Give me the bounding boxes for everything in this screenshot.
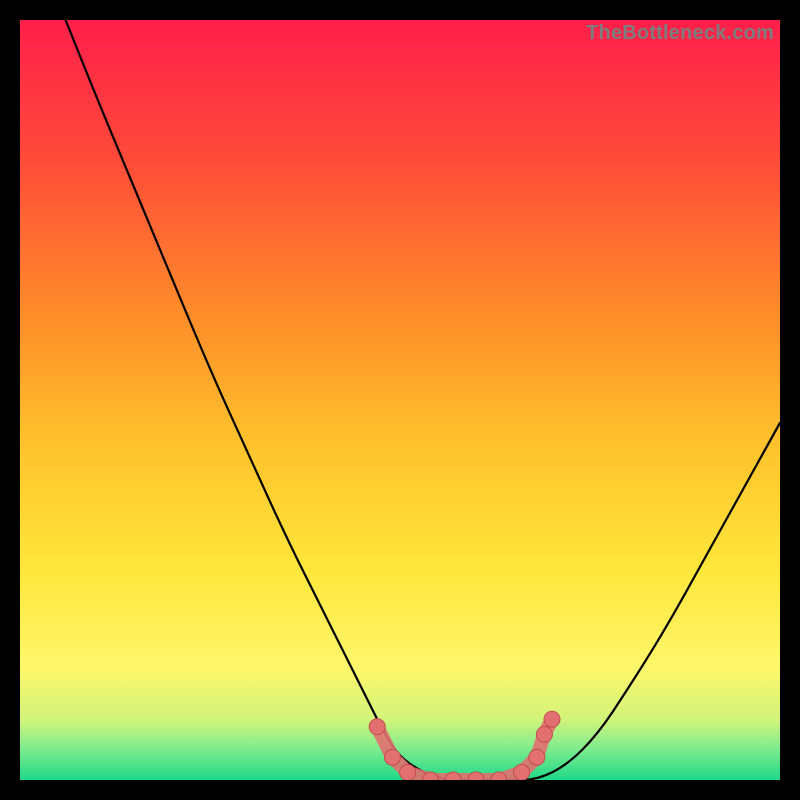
bottleneck-plot [20,20,780,780]
marker-point [384,749,400,765]
marker-point [369,719,385,735]
marker-point [400,764,416,780]
marker-point [544,711,560,727]
gradient-background [20,20,780,780]
marker-point [536,726,552,742]
chart-frame: TheBottleneck.com [20,20,780,780]
marker-point [514,764,530,780]
marker-point [529,749,545,765]
watermark-text: TheBottleneck.com [586,22,774,45]
